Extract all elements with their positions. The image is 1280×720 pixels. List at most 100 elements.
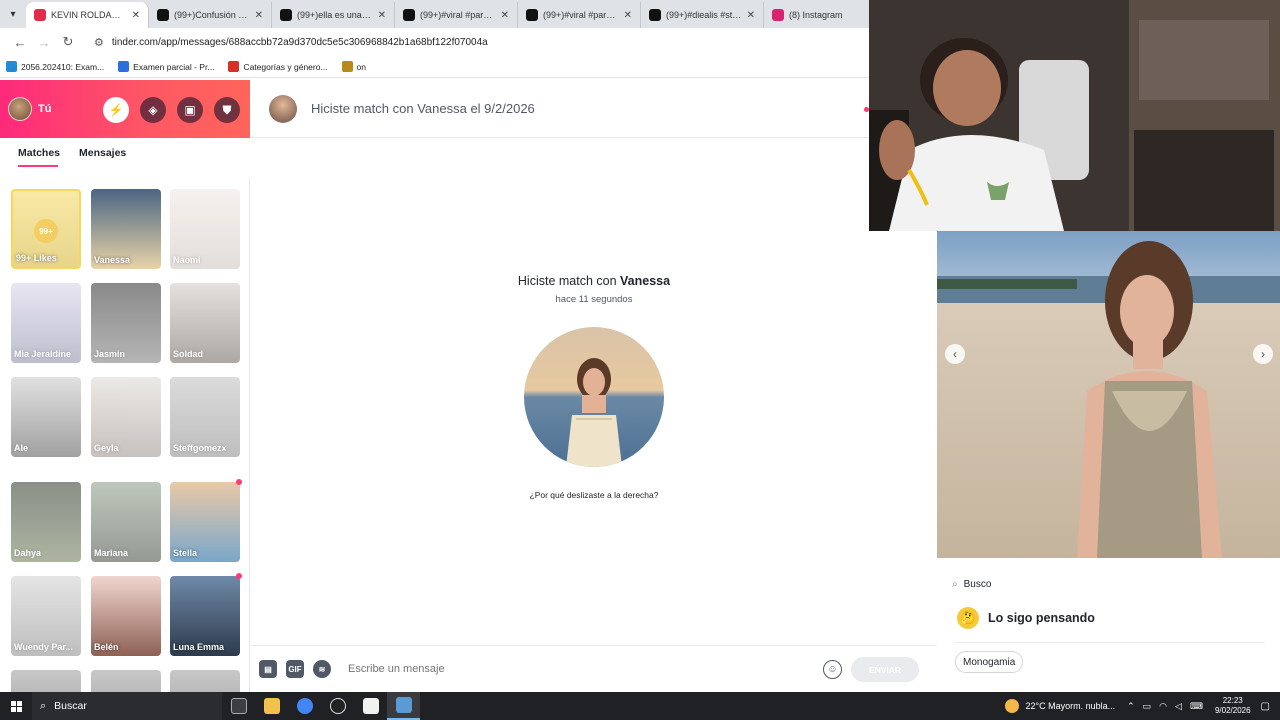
- match-card[interactable]: Luna Emma: [170, 576, 240, 656]
- bookmark-item[interactable]: Categorías y género...: [228, 61, 328, 72]
- bookmark-label: 2056.202410: Exam...: [21, 61, 105, 72]
- match-card[interactable]: Ale: [11, 377, 81, 457]
- close-tab-icon[interactable]: ✕: [378, 10, 386, 21]
- match-card[interactable]: Naomi: [170, 189, 240, 269]
- browser-tab[interactable]: (99+)#diealis #strean ✕: [641, 2, 764, 28]
- gif-button[interactable]: GIF: [286, 660, 304, 678]
- chevron-up-icon[interactable]: ⌃: [1127, 701, 1135, 712]
- profile-photo[interactable]: ‹ ›: [937, 231, 1280, 558]
- back-icon[interactable]: ←: [8, 35, 32, 50]
- capcut-icon[interactable]: [354, 692, 387, 720]
- divider: [955, 642, 1265, 643]
- briefcase-icon[interactable]: ▣: [177, 97, 203, 123]
- close-tab-icon[interactable]: ✕: [747, 10, 755, 21]
- send-button[interactable]: ENVIAR: [851, 657, 919, 682]
- match-card[interactable]: Soldad: [170, 283, 240, 363]
- match-card[interactable]: [91, 670, 161, 692]
- tab-messages[interactable]: Mensajes: [79, 147, 126, 159]
- match-name: Steffgomezx: [173, 443, 227, 453]
- message-input[interactable]: [348, 663, 808, 675]
- boost-icon[interactable]: ⚡: [103, 97, 129, 123]
- busco-label: Busco: [963, 579, 992, 590]
- matches-grid: 99+ 99+ Likes Vanessa Naomi Mia Jeraldine J…: [0, 178, 250, 692]
- clock[interactable]: 22:23 9/02/2026: [1215, 696, 1251, 716]
- match-name: Vanessa: [94, 255, 131, 265]
- match-card[interactable]: Geyla: [91, 377, 161, 457]
- match-avatar[interactable]: [269, 94, 297, 123]
- obs-icon[interactable]: [321, 692, 354, 720]
- notepad-icon[interactable]: [387, 692, 420, 720]
- match-card[interactable]: Dahya: [11, 482, 81, 562]
- match-card[interactable]: [170, 670, 240, 692]
- wifi-icon[interactable]: ◠: [1159, 701, 1167, 712]
- address-bar[interactable]: ⚙ tinder.com/app/messages/688accbb72a9d3…: [86, 31, 846, 53]
- screen: ▾ KEVIN ROLDAN en Ap✕(99+)Confusión en e…: [0, 0, 1280, 720]
- match-card[interactable]: Mariana: [91, 482, 161, 562]
- tab-title: (8) Instagram: [789, 10, 843, 20]
- sticker-icon[interactable]: ▤: [259, 660, 277, 678]
- match-card[interactable]: Stella: [170, 482, 240, 562]
- spotify-icon[interactable]: ≋: [313, 660, 331, 678]
- match-card[interactable]: Steffgomezx: [170, 377, 240, 457]
- bookmark-item[interactable]: Examen parcial - Pr...: [118, 61, 214, 72]
- reload-icon[interactable]: ↻: [56, 34, 80, 50]
- tab-favicon-icon: [280, 9, 292, 21]
- why-swiped-link[interactable]: ¿Por qué deslizaste a la derecha?: [251, 490, 937, 500]
- system-tray: 22°C Mayorm. nubla... ⌃ ▭ ◠ ◁ ⌨ 22:23 9/…: [1005, 692, 1280, 720]
- keyboard-icon[interactable]: ⌨: [1190, 701, 1203, 712]
- forward-icon[interactable]: →: [32, 35, 56, 50]
- close-tab-icon[interactable]: ✕: [255, 10, 263, 21]
- user-label[interactable]: Tú: [38, 103, 51, 115]
- browser-tab[interactable]: (99+)#viral #parati # ✕: [395, 2, 518, 28]
- file-explorer-icon[interactable]: [255, 692, 288, 720]
- match-card[interactable]: [11, 670, 81, 692]
- bookmark-favicon-icon: [6, 61, 17, 72]
- weather-widget[interactable]: 22°C Mayorm. nubla...: [1005, 699, 1115, 713]
- match-card[interactable]: Mia Jeraldine: [11, 283, 81, 363]
- tab-title: (99+)#viral #parati #: [420, 10, 496, 20]
- match-name: Luna Emma: [173, 642, 225, 652]
- next-photo-icon[interactable]: ›: [1253, 344, 1273, 364]
- site-info-icon[interactable]: ⚙: [94, 36, 104, 49]
- volume-icon[interactable]: ◁: [1175, 701, 1182, 712]
- user-avatar[interactable]: [8, 97, 32, 121]
- browser-tab[interactable]: KEVIN ROLDAN en Ap ✕: [26, 2, 149, 28]
- clock-time: 22:23: [1222, 696, 1243, 705]
- bookmark-item[interactable]: on: [341, 61, 366, 72]
- match-photo[interactable]: [524, 327, 664, 467]
- tab-matches[interactable]: Matches: [18, 147, 60, 159]
- explore-icon[interactable]: ◈: [140, 97, 166, 123]
- search-icon: ⌕: [952, 579, 958, 590]
- chrome-icon[interactable]: [288, 692, 321, 720]
- notifications-icon[interactable]: ▢: [1261, 701, 1270, 712]
- task-view-icon[interactable]: [222, 692, 255, 720]
- sidebar-header-icons: ⚡ ◈ ▣ ⛊: [92, 97, 240, 123]
- match-card[interactable]: Belén: [91, 576, 161, 656]
- match-card[interactable]: Wuendy Par...: [11, 576, 81, 656]
- match-name: Ale: [14, 443, 29, 453]
- bookmark-favicon-icon: [228, 61, 240, 72]
- network-icon[interactable]: ▭: [1143, 701, 1152, 712]
- match-name: Mia Jeraldine: [14, 349, 72, 359]
- tab-favicon-icon: [526, 9, 538, 21]
- message-composer: ▤ GIF ≋ ☺ ENVIAR: [251, 645, 937, 692]
- likes-card[interactable]: 99+ 99+ Likes: [11, 189, 81, 269]
- search-icon: ⌕: [40, 699, 47, 712]
- tab-search-button[interactable]: ▾: [0, 0, 26, 28]
- close-tab-icon[interactable]: ✕: [624, 10, 632, 21]
- webcam-image: [869, 0, 1280, 231]
- match-card[interactable]: Vanessa: [91, 189, 161, 269]
- previous-photo-icon[interactable]: ‹: [945, 344, 965, 364]
- taskbar-search[interactable]: ⌕ Buscar: [32, 692, 222, 720]
- shield-icon[interactable]: ⛊: [214, 97, 240, 123]
- emoji-icon[interactable]: ☺: [823, 660, 842, 679]
- match-card[interactable]: Jasmin: [91, 283, 161, 363]
- browser-tab[interactable]: (99+)#viral #parati # ✕: [518, 2, 641, 28]
- close-tab-icon[interactable]: ✕: [501, 10, 509, 21]
- bookmark-item[interactable]: 2056.202410: Exam...: [6, 61, 104, 72]
- browser-tab[interactable]: (99+)Confusión en el ✕: [149, 2, 272, 28]
- match-title: Hiciste match con Vanessa: [251, 274, 937, 288]
- close-tab-icon[interactable]: ✕: [132, 10, 140, 21]
- windows-start-icon[interactable]: [0, 700, 32, 712]
- browser-tab[interactable]: (99+)ella es una mod ✕: [272, 2, 395, 28]
